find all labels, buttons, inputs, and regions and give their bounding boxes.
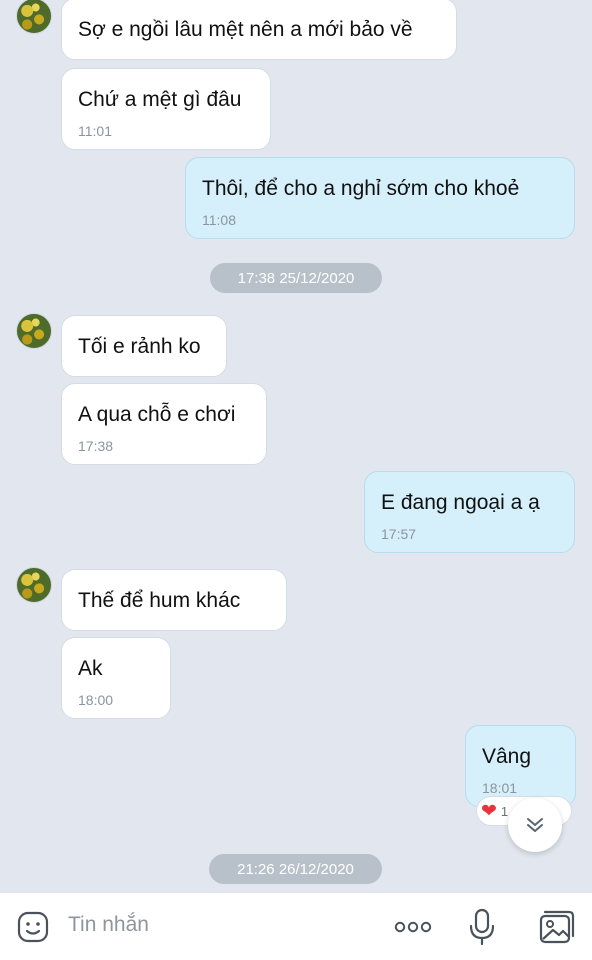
- date-separator: 21:26 26/12/2020: [209, 854, 382, 884]
- voice-button[interactable]: [464, 907, 500, 947]
- image-icon: [539, 910, 575, 944]
- message-bubble[interactable]: Tối e rảnh ko: [61, 315, 227, 377]
- message-bubble[interactable]: Vâng 18:01: [465, 725, 576, 807]
- chevron-double-down-icon: [527, 818, 543, 832]
- message-time: 17:57: [381, 526, 417, 542]
- reaction-count: 1: [500, 803, 509, 819]
- message-text: Tối e rảnh ko: [78, 335, 201, 358]
- message-time: 11:01: [78, 123, 112, 139]
- message-time: 11:08: [202, 212, 236, 228]
- message-bubble[interactable]: Thôi, để cho a nghỉ sớm cho khoẻ 11:08: [185, 157, 575, 239]
- message-text: Chứ a mệt gì đâu: [78, 88, 242, 111]
- message-bubble[interactable]: A qua chỗ e chơi 17:38: [61, 383, 267, 465]
- sticker-icon: [17, 911, 49, 943]
- heart-icon: ❤: [481, 800, 497, 822]
- message-bubble[interactable]: E đang ngoại a ạ 17:57: [364, 471, 575, 553]
- image-button[interactable]: [536, 909, 578, 945]
- avatar[interactable]: [16, 0, 52, 34]
- message-text: A qua chỗ e chơi: [78, 403, 236, 426]
- message-text: Thế để hum khác: [78, 589, 241, 612]
- message-time: 17:38: [78, 438, 114, 454]
- message-bubble[interactable]: Chứ a mệt gì đâu 11:01: [61, 68, 271, 150]
- chat-area[interactable]: Sợ e ngồi lâu mệt nên a mới bảo về Chứ a…: [0, 0, 592, 892]
- microphone-icon: [469, 908, 495, 946]
- avatar[interactable]: [16, 313, 52, 349]
- date-separator: 17:38 25/12/2020: [210, 263, 382, 293]
- message-time: 18:00: [78, 692, 114, 708]
- more-icon: [394, 921, 432, 933]
- message-text: Thôi, để cho a nghỉ sớm cho khoẻ: [202, 177, 520, 200]
- message-text: Ak: [78, 657, 103, 680]
- message-text: Vâng: [482, 745, 532, 768]
- message-text: Sợ e ngồi lâu mệt nên a mới bảo về: [78, 18, 413, 41]
- avatar[interactable]: [16, 567, 52, 603]
- message-bubble[interactable]: Thế để hum khác: [61, 569, 287, 631]
- message-bubble[interactable]: Ak 18:00: [61, 637, 171, 719]
- message-bubble[interactable]: Sợ e ngồi lâu mệt nên a mới bảo về: [61, 0, 457, 60]
- message-text: E đang ngoại a ạ: [381, 491, 540, 514]
- sticker-button[interactable]: [14, 909, 52, 945]
- scroll-to-bottom-button[interactable]: [508, 798, 562, 852]
- message-input[interactable]: Tin nhắn: [68, 913, 149, 937]
- more-button[interactable]: [390, 911, 436, 943]
- message-time: 18:01: [482, 780, 518, 796]
- message-composer: Tin nhắn: [0, 892, 592, 960]
